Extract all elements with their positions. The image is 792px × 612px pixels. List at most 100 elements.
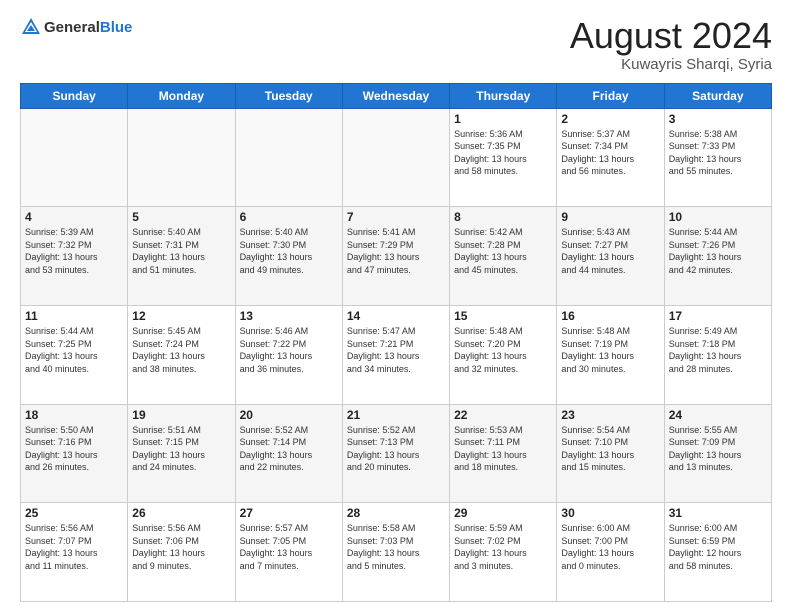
day-number: 1: [454, 112, 552, 126]
table-row: 25 Sunrise: 5:56 AM Sunset: 7:07 PM Dayli…: [21, 503, 128, 602]
logo-icon: [20, 16, 42, 38]
table-row: 18 Sunrise: 5:50 AM Sunset: 7:16 PM Dayli…: [21, 404, 128, 503]
location-subtitle: Kuwayris Sharqi, Syria: [570, 56, 772, 73]
day-number: 11: [25, 309, 123, 323]
table-row: 1 Sunrise: 5:36 AM Sunset: 7:35 PM Daylig…: [450, 108, 557, 207]
day-info: Sunrise: 5:36 AM Sunset: 7:35 PM Dayligh…: [454, 128, 552, 178]
day-number: 25: [25, 506, 123, 520]
table-row: 24Sunrise: 5:55 AM Sunset: 7:09 PM Dayli…: [664, 404, 771, 503]
day-number: 2: [561, 112, 659, 126]
table-row: 11 Sunrise: 5:44 AM Sunset: 7:25 PM Dayli…: [21, 305, 128, 404]
table-row: 31Sunrise: 6:00 AM Sunset: 6:59 PM Dayli…: [664, 503, 771, 602]
day-info: Sunrise: 5:50 AM Sunset: 7:16 PM Dayligh…: [25, 424, 123, 474]
col-wednesday: Wednesday: [342, 83, 449, 108]
day-number: 7: [347, 210, 445, 224]
day-number: 24: [669, 408, 767, 422]
calendar-week-row: 4Sunrise: 5:39 AM Sunset: 7:32 PM Daylig…: [21, 207, 772, 306]
logo-blue-text: Blue: [100, 19, 133, 36]
table-row: 3 Sunrise: 5:38 AM Sunset: 7:33 PM Daylig…: [664, 108, 771, 207]
day-info: Sunrise: 5:43 AM Sunset: 7:27 PM Dayligh…: [561, 226, 659, 276]
table-row: 8Sunrise: 5:42 AM Sunset: 7:28 PM Daylig…: [450, 207, 557, 306]
table-row: 16 Sunrise: 5:48 AM Sunset: 7:19 PM Dayli…: [557, 305, 664, 404]
calendar-week-row: 25 Sunrise: 5:56 AM Sunset: 7:07 PM Dayli…: [21, 503, 772, 602]
col-monday: Monday: [128, 83, 235, 108]
day-number: 22: [454, 408, 552, 422]
day-info: Sunrise: 5:40 AM Sunset: 7:30 PM Dayligh…: [240, 226, 338, 276]
table-row: 7 Sunrise: 5:41 AM Sunset: 7:29 PM Daylig…: [342, 207, 449, 306]
day-info: Sunrise: 5:45 AM Sunset: 7:24 PM Dayligh…: [132, 325, 230, 375]
day-number: 3: [669, 112, 767, 126]
day-info: Sunrise: 5:46 AM Sunset: 7:22 PM Dayligh…: [240, 325, 338, 375]
calendar-page: GeneralBlue August 2024 Kuwayris Sharqi,…: [0, 0, 792, 612]
day-number: 23: [561, 408, 659, 422]
calendar-week-row: 1 Sunrise: 5:36 AM Sunset: 7:35 PM Daylig…: [21, 108, 772, 207]
table-row: 4Sunrise: 5:39 AM Sunset: 7:32 PM Daylig…: [21, 207, 128, 306]
header: GeneralBlue August 2024 Kuwayris Sharqi,…: [20, 16, 772, 73]
day-info: Sunrise: 5:53 AM Sunset: 7:11 PM Dayligh…: [454, 424, 552, 474]
day-info: Sunrise: 5:41 AM Sunset: 7:29 PM Dayligh…: [347, 226, 445, 276]
col-saturday: Saturday: [664, 83, 771, 108]
logo-general-text: General: [44, 19, 100, 36]
day-number: 10: [669, 210, 767, 224]
day-info: Sunrise: 5:59 AM Sunset: 7:02 PM Dayligh…: [454, 522, 552, 572]
day-info: Sunrise: 5:38 AM Sunset: 7:33 PM Dayligh…: [669, 128, 767, 178]
col-friday: Friday: [557, 83, 664, 108]
col-thursday: Thursday: [450, 83, 557, 108]
day-number: 16: [561, 309, 659, 323]
calendar-header-row: Sunday Monday Tuesday Wednesday Thursday…: [21, 83, 772, 108]
table-row: 2 Sunrise: 5:37 AM Sunset: 7:34 PM Daylig…: [557, 108, 664, 207]
day-info: Sunrise: 5:51 AM Sunset: 7:15 PM Dayligh…: [132, 424, 230, 474]
day-number: 15: [454, 309, 552, 323]
table-row: 20Sunrise: 5:52 AM Sunset: 7:14 PM Dayli…: [235, 404, 342, 503]
calendar-week-row: 11 Sunrise: 5:44 AM Sunset: 7:25 PM Dayli…: [21, 305, 772, 404]
month-year-title: August 2024: [570, 16, 772, 56]
logo: GeneralBlue: [20, 16, 132, 38]
table-row: [235, 108, 342, 207]
day-number: 18: [25, 408, 123, 422]
day-number: 12: [132, 309, 230, 323]
table-row: 23Sunrise: 5:54 AM Sunset: 7:10 PM Dayli…: [557, 404, 664, 503]
table-row: 6 Sunrise: 5:40 AM Sunset: 7:30 PM Daylig…: [235, 207, 342, 306]
day-info: Sunrise: 5:56 AM Sunset: 7:07 PM Dayligh…: [25, 522, 123, 572]
day-info: Sunrise: 5:44 AM Sunset: 7:25 PM Dayligh…: [25, 325, 123, 375]
table-row: 22 Sunrise: 5:53 AM Sunset: 7:11 PM Dayli…: [450, 404, 557, 503]
day-info: Sunrise: 5:48 AM Sunset: 7:19 PM Dayligh…: [561, 325, 659, 375]
table-row: [342, 108, 449, 207]
table-row: 17Sunrise: 5:49 AM Sunset: 7:18 PM Dayli…: [664, 305, 771, 404]
table-row: 9 Sunrise: 5:43 AM Sunset: 7:27 PM Daylig…: [557, 207, 664, 306]
table-row: 14Sunrise: 5:47 AM Sunset: 7:21 PM Dayli…: [342, 305, 449, 404]
table-row: [21, 108, 128, 207]
table-row: 26 Sunrise: 5:56 AM Sunset: 7:06 PM Dayli…: [128, 503, 235, 602]
table-row: [128, 108, 235, 207]
day-number: 9: [561, 210, 659, 224]
table-row: 13 Sunrise: 5:46 AM Sunset: 7:22 PM Dayli…: [235, 305, 342, 404]
day-number: 28: [347, 506, 445, 520]
day-info: Sunrise: 5:52 AM Sunset: 7:14 PM Dayligh…: [240, 424, 338, 474]
day-info: Sunrise: 5:39 AM Sunset: 7:32 PM Dayligh…: [25, 226, 123, 276]
day-info: Sunrise: 5:44 AM Sunset: 7:26 PM Dayligh…: [669, 226, 767, 276]
day-info: Sunrise: 5:37 AM Sunset: 7:34 PM Dayligh…: [561, 128, 659, 178]
table-row: 5Sunrise: 5:40 AM Sunset: 7:31 PM Daylig…: [128, 207, 235, 306]
day-number: 13: [240, 309, 338, 323]
day-info: Sunrise: 5:52 AM Sunset: 7:13 PM Dayligh…: [347, 424, 445, 474]
col-sunday: Sunday: [21, 83, 128, 108]
day-number: 26: [132, 506, 230, 520]
day-info: Sunrise: 5:42 AM Sunset: 7:28 PM Dayligh…: [454, 226, 552, 276]
day-number: 21: [347, 408, 445, 422]
day-info: Sunrise: 5:48 AM Sunset: 7:20 PM Dayligh…: [454, 325, 552, 375]
calendar-week-row: 18 Sunrise: 5:50 AM Sunset: 7:16 PM Dayli…: [21, 404, 772, 503]
table-row: 28Sunrise: 5:58 AM Sunset: 7:03 PM Dayli…: [342, 503, 449, 602]
day-number: 27: [240, 506, 338, 520]
day-number: 31: [669, 506, 767, 520]
day-info: Sunrise: 5:57 AM Sunset: 7:05 PM Dayligh…: [240, 522, 338, 572]
table-row: 30 Sunrise: 6:00 AM Sunset: 7:00 PM Dayli…: [557, 503, 664, 602]
table-row: 12 Sunrise: 5:45 AM Sunset: 7:24 PM Dayli…: [128, 305, 235, 404]
day-number: 30: [561, 506, 659, 520]
title-block: August 2024 Kuwayris Sharqi, Syria: [570, 16, 772, 73]
day-number: 19: [132, 408, 230, 422]
day-info: Sunrise: 5:47 AM Sunset: 7:21 PM Dayligh…: [347, 325, 445, 375]
day-number: 6: [240, 210, 338, 224]
day-info: Sunrise: 6:00 AM Sunset: 7:00 PM Dayligh…: [561, 522, 659, 572]
day-info: Sunrise: 5:49 AM Sunset: 7:18 PM Dayligh…: [669, 325, 767, 375]
day-info: Sunrise: 5:56 AM Sunset: 7:06 PM Dayligh…: [132, 522, 230, 572]
